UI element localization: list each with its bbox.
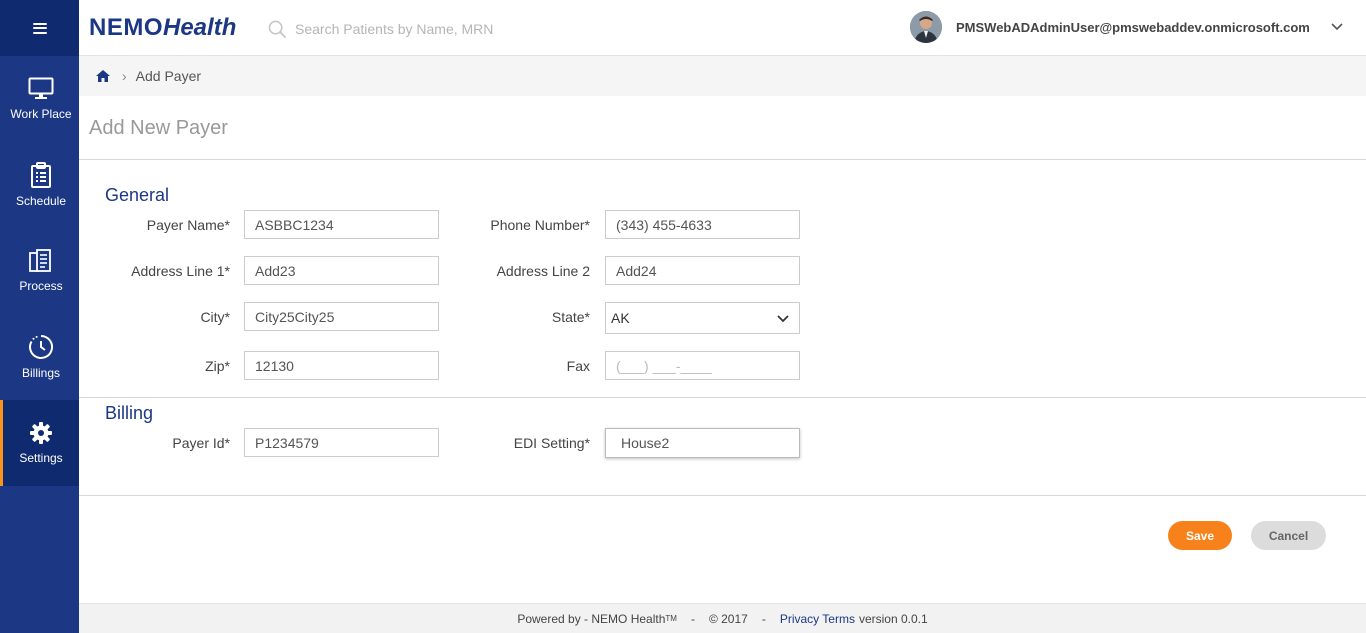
logo-main-text: NEMO <box>89 14 163 41</box>
user-email: PMSWebADAdminUser@pmswebaddev.onmicrosof… <box>956 19 1310 35</box>
zip-label: Zip* <box>205 358 230 374</box>
state-select[interactable]: AK <box>605 302 800 334</box>
edi-setting-input[interactable] <box>605 428 800 458</box>
sidebar-item-process[interactable]: Process <box>0 228 79 314</box>
divider <box>79 397 1366 398</box>
address-line2-label: Address Line 2 <box>496 263 590 279</box>
clipboard-icon <box>31 162 51 188</box>
footer-trademark: TM <box>665 614 677 623</box>
hamburger-icon <box>32 22 47 34</box>
chevron-down-icon <box>777 315 789 323</box>
phone-number-input[interactable] <box>605 210 800 239</box>
search-input[interactable] <box>295 21 565 37</box>
monitor-icon <box>28 77 54 99</box>
footer-version: version 0.0.1 <box>858 611 928 626</box>
sidebar: Work Place Schedule Process Billings Set… <box>0 56 79 633</box>
sidebar-item-billings[interactable]: Billings <box>0 314 79 400</box>
divider <box>79 159 1366 160</box>
breadcrumb: › Add Payer <box>79 56 1366 96</box>
payer-id-input[interactable] <box>244 428 439 457</box>
sidebar-item-settings[interactable]: Settings <box>0 400 79 486</box>
top-header: NEMOHealth PMSWebADAdminUser@pmswebaddev… <box>0 0 1366 56</box>
cancel-button[interactable]: Cancel <box>1251 521 1326 550</box>
divider <box>79 495 1366 496</box>
payer-id-label: Payer Id* <box>172 435 230 451</box>
section-title-general: General <box>105 185 170 205</box>
hamburger-menu-button[interactable] <box>0 0 79 56</box>
city-input[interactable] <box>244 302 439 331</box>
section-title-billing: Billing <box>105 403 154 423</box>
logo-sub-text: Health <box>163 14 237 41</box>
patient-search <box>268 16 568 42</box>
city-label: City* <box>200 309 230 325</box>
sidebar-item-label: Process <box>19 279 63 293</box>
footer-separator: - <box>690 611 695 626</box>
sidebar-item-label: Billings <box>21 366 60 380</box>
avatar <box>910 11 942 43</box>
payer-name-label: Payer Name* <box>146 217 230 233</box>
sidebar-item-schedule[interactable]: Schedule <box>0 142 79 228</box>
state-selected-value: AK <box>611 310 630 326</box>
payer-name-input[interactable] <box>244 210 439 239</box>
sidebar-item-label: Work Place <box>10 107 72 121</box>
footer: Powered by - NEMO Health TM - © 2017 - Pr… <box>79 603 1366 633</box>
state-label: State* <box>551 309 590 325</box>
zip-input[interactable] <box>244 351 439 380</box>
documents-icon <box>29 249 51 272</box>
sidebar-item-label: Schedule <box>15 194 67 208</box>
chevron-right-icon: › <box>122 68 127 84</box>
fax-label: Fax <box>566 358 590 374</box>
chevron-down-icon[interactable] <box>1330 20 1344 34</box>
address-line2-input[interactable] <box>605 256 800 285</box>
app-logo[interactable]: NEMOHealth <box>89 13 236 43</box>
breadcrumb-current: Add Payer <box>135 68 202 84</box>
sidebar-item-workplace[interactable]: Work Place <box>0 56 79 142</box>
address-line1-label: Address Line 1* <box>131 263 230 279</box>
fax-input[interactable] <box>605 351 800 380</box>
home-icon[interactable] <box>96 70 110 82</box>
page-title: Add New Payer <box>89 117 228 139</box>
privacy-terms-link[interactable]: Privacy Terms <box>780 612 855 626</box>
clock-icon <box>29 335 53 359</box>
edi-setting-label: EDI Setting* <box>513 435 590 451</box>
footer-separator: - <box>761 611 766 626</box>
sidebar-item-label: Settings <box>19 451 63 465</box>
footer-copyright: © 2017 <box>708 611 748 626</box>
user-menu[interactable]: PMSWebADAdminUser@pmswebaddev.onmicrosof… <box>910 10 1310 44</box>
search-icon[interactable] <box>268 20 287 39</box>
gear-icon <box>30 422 52 444</box>
save-button[interactable]: Save <box>1168 521 1232 550</box>
address-line1-input[interactable] <box>244 256 439 285</box>
footer-powered-by: Powered by - NEMO Health <box>517 611 666 626</box>
phone-number-label: Phone Number* <box>490 217 590 233</box>
